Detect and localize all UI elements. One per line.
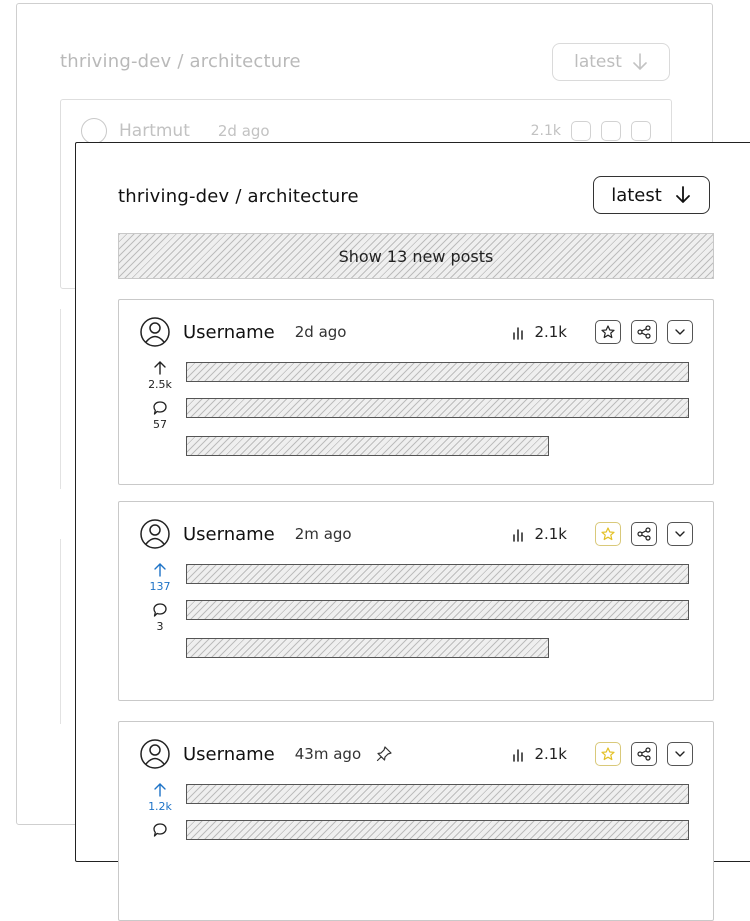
post-username[interactable]: Username <box>183 322 275 343</box>
post-views: 2.1k <box>512 745 567 763</box>
bar-chart-icon <box>513 327 524 340</box>
star-icon <box>601 747 615 761</box>
vote-column: 137 3 <box>143 562 177 634</box>
post-username[interactable]: Username <box>183 524 275 545</box>
avatar-icon <box>81 118 107 144</box>
post-views: 2.1k <box>512 525 567 543</box>
sort-button[interactable]: latest <box>593 176 710 214</box>
show-new-posts-label: Show 13 new posts <box>338 246 494 266</box>
vote-count: 2.5k <box>148 378 172 391</box>
star-icon <box>601 527 615 541</box>
post-content-placeholder <box>186 820 689 840</box>
post-time: 2m ago <box>294 525 352 543</box>
background-time: 2d ago <box>217 122 270 140</box>
share-button[interactable] <box>631 320 657 344</box>
arrow-down-icon <box>633 53 647 71</box>
chevron-down-icon <box>675 751 685 757</box>
upvote-icon[interactable] <box>153 360 167 376</box>
post-username[interactable]: Username <box>183 744 275 765</box>
upvote-icon[interactable] <box>153 562 167 578</box>
comment-icon[interactable] <box>152 602 168 618</box>
more-options-button[interactable] <box>667 522 693 546</box>
share-button[interactable] <box>631 522 657 546</box>
pin-icon <box>377 746 392 762</box>
post-views-count: 2.1k <box>534 745 567 763</box>
share-icon <box>601 121 621 141</box>
post-header: Username 43m ago 2.1k <box>139 737 693 771</box>
vote-column: 2.5k 57 <box>143 360 177 432</box>
comment-count: 57 <box>153 418 167 431</box>
background-card-edge <box>60 539 61 724</box>
vote-count: 137 <box>149 580 171 593</box>
chevron-down-icon <box>675 329 685 335</box>
comment-count: 3 <box>156 620 164 633</box>
share-button[interactable] <box>631 742 657 766</box>
star-button[interactable] <box>595 522 621 546</box>
background-card-edge <box>60 309 61 489</box>
show-new-posts-button[interactable]: Show 13 new posts <box>118 233 714 279</box>
comment-icon[interactable] <box>152 822 168 838</box>
avatar-icon <box>140 519 170 549</box>
star-button[interactable] <box>595 320 621 344</box>
avatar-icon <box>140 739 170 769</box>
background-sort-button: latest <box>552 43 670 81</box>
post-card: Username 2m ago 2.1k 137 3 <box>118 501 714 701</box>
background-username: Hartmut <box>119 121 190 141</box>
post-time: 43m ago <box>294 745 362 763</box>
upvote-icon[interactable] <box>153 782 167 798</box>
more-options-button[interactable] <box>667 320 693 344</box>
bar-chart-icon <box>513 529 524 542</box>
post-header: Username 2m ago 2.1k <box>139 517 693 551</box>
feed-title: thriving-dev / architecture <box>118 186 359 207</box>
background-feed-title: thriving-dev / architecture <box>60 51 301 72</box>
post-content-placeholder <box>186 398 689 418</box>
post-card: Username 2d ago 2.1k 2.5k 57 <box>118 299 714 485</box>
star-icon <box>571 121 591 141</box>
post-content-placeholder <box>186 362 689 382</box>
bar-chart-icon <box>513 749 524 762</box>
share-icon <box>637 747 651 761</box>
post-content-placeholder <box>186 784 689 804</box>
arrow-down-icon <box>675 186 690 203</box>
post-header: Username 2d ago 2.1k <box>139 315 693 349</box>
post-content-placeholder <box>186 564 689 584</box>
chevron-down-icon <box>631 121 651 141</box>
post-card: Username 43m ago 2.1k 1.2k <box>118 721 714 921</box>
vote-count: 1.2k <box>148 800 172 813</box>
comment-icon[interactable] <box>152 400 168 416</box>
background-sort-label: latest <box>574 52 622 72</box>
sort-label: latest <box>611 184 662 206</box>
share-icon <box>637 325 651 339</box>
post-views-count: 2.1k <box>534 525 567 543</box>
more-options-button[interactable] <box>667 742 693 766</box>
post-content-placeholder <box>186 436 549 456</box>
star-icon <box>601 325 615 339</box>
share-icon <box>637 527 651 541</box>
star-button[interactable] <box>595 742 621 766</box>
vote-column: 1.2k <box>143 782 177 838</box>
post-content-placeholder <box>186 600 689 620</box>
post-content-placeholder <box>186 638 549 658</box>
chevron-down-icon <box>675 531 685 537</box>
feed-panel: thriving-dev / architecture latest Show … <box>75 142 750 921</box>
background-views: 2.1k <box>530 123 561 139</box>
post-views: 2.1k <box>512 323 567 341</box>
avatar-icon <box>140 317 170 347</box>
post-time: 2d ago <box>294 323 347 341</box>
post-views-count: 2.1k <box>534 323 567 341</box>
